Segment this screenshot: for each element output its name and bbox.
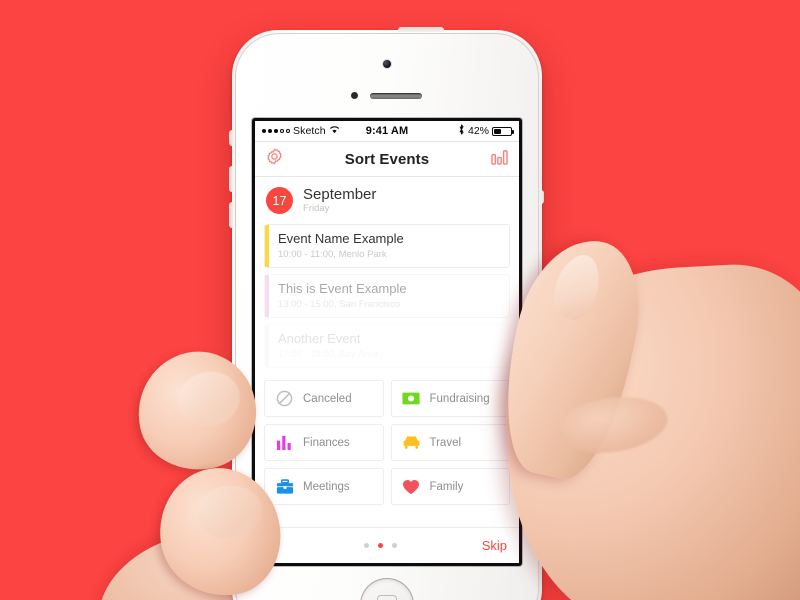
event-card[interactable]: Another Event 17:00 - 18:00, Bay Area [264, 324, 510, 369]
event-subtitle: 10:00 - 11:00, Menlo Park [278, 248, 387, 260]
bar-chart-icon [275, 433, 294, 452]
weekday-label: Friday [303, 203, 330, 215]
event-card-body: This is Event Example 13:00 - 15:00, San… [269, 275, 416, 317]
category-label: Travel [429, 436, 462, 449]
event-title: Another Event [278, 331, 361, 347]
screen-bezel: Sketch 9:41 AM 42% Sort Events 17 Septem… [252, 118, 522, 566]
bar-chart-icon[interactable] [491, 149, 508, 170]
gear-icon[interactable] [266, 148, 283, 170]
page-dot[interactable] [364, 543, 370, 548]
category-label: Family [429, 480, 464, 493]
event-card[interactable]: Event Name Example 10:00 - 11:00, Menlo … [264, 223, 510, 268]
category-label: Meetings [303, 480, 350, 493]
phone-device: Sketch 9:41 AM 42% Sort Events 17 Septem… [229, 27, 544, 600]
status-bar-left: Sketch [262, 125, 366, 137]
category-label: Canceled [303, 392, 352, 405]
money-icon [402, 389, 421, 408]
event-subtitle: 17:00 - 18:00, Bay Area [278, 349, 378, 361]
category-tile-fundraising[interactable]: Fundraising [390, 380, 510, 418]
battery-percent-label: 42% [468, 125, 490, 137]
category-tile-travel[interactable]: Travel [390, 424, 510, 462]
month-label: September [303, 186, 377, 203]
navigation-bar: Sort Events [255, 142, 519, 177]
skip-button[interactable]: Skip [482, 538, 507, 553]
category-label: Fundraising [429, 392, 490, 405]
event-title: This is Event Example [278, 280, 407, 296]
category-grid: Canceled Fundraising Finances Travel Mee… [255, 374, 519, 506]
date-text-group: September Friday [303, 186, 376, 216]
signal-strength-icon [262, 129, 290, 133]
category-label: Finances [303, 436, 350, 449]
event-card-body: Another Event 17:00 - 18:00, Bay Area [269, 325, 387, 367]
right-side-detail [541, 190, 544, 204]
screenshot-stage: Sketch 9:41 AM 42% Sort Events 17 Septem… [0, 0, 800, 600]
event-title: Event Name Example [278, 230, 404, 246]
wifi-icon [329, 125, 340, 137]
date-badge: 17 [266, 187, 293, 215]
car-icon [402, 433, 421, 452]
heart-icon [402, 477, 421, 496]
page-dot[interactable] [392, 543, 398, 548]
front-camera-icon [383, 60, 391, 68]
battery-icon [492, 126, 515, 136]
power-button[interactable] [398, 27, 444, 32]
carrier-label: Sketch [293, 125, 326, 137]
volume-down-button[interactable] [229, 202, 233, 228]
category-tile-canceled[interactable]: Canceled [264, 380, 384, 418]
clock-label: 9:41 AM [365, 125, 409, 137]
home-button-square [377, 595, 397, 600]
bluetooth-icon [458, 124, 465, 138]
category-tile-meetings[interactable]: Meetings [264, 468, 384, 506]
phone-screen: Sketch 9:41 AM 42% Sort Events 17 Septem… [255, 121, 519, 563]
category-tile-family[interactable]: Family [390, 468, 510, 506]
page-dot-active[interactable] [378, 543, 384, 548]
page-indicator[interactable] [364, 543, 398, 548]
earpiece-speaker [370, 93, 422, 99]
status-bar-right: 42% [408, 124, 515, 138]
events-list[interactable]: 17 September Friday Event Name Example 1… [255, 177, 519, 506]
volume-up-button[interactable] [229, 166, 233, 192]
status-bar: Sketch 9:41 AM 42% [255, 121, 519, 142]
event-card[interactable]: This is Event Example 13:00 - 15:00, San… [264, 273, 510, 319]
page-title: Sort Events [344, 150, 430, 168]
category-tile-finances[interactable]: Finances [264, 424, 384, 462]
no-entry-icon [275, 389, 294, 408]
event-card-body: Event Name Example 10:00 - 11:00, Menlo … [269, 225, 413, 267]
briefcase-icon [275, 477, 294, 496]
ring-switch[interactable] [229, 130, 233, 146]
date-header: 17 September Friday [255, 177, 519, 224]
proximity-sensor-icon [351, 92, 358, 99]
event-subtitle: 13:00 - 15:00, San Francisco [278, 299, 400, 311]
bottom-toolbar: + Skip [255, 527, 519, 563]
